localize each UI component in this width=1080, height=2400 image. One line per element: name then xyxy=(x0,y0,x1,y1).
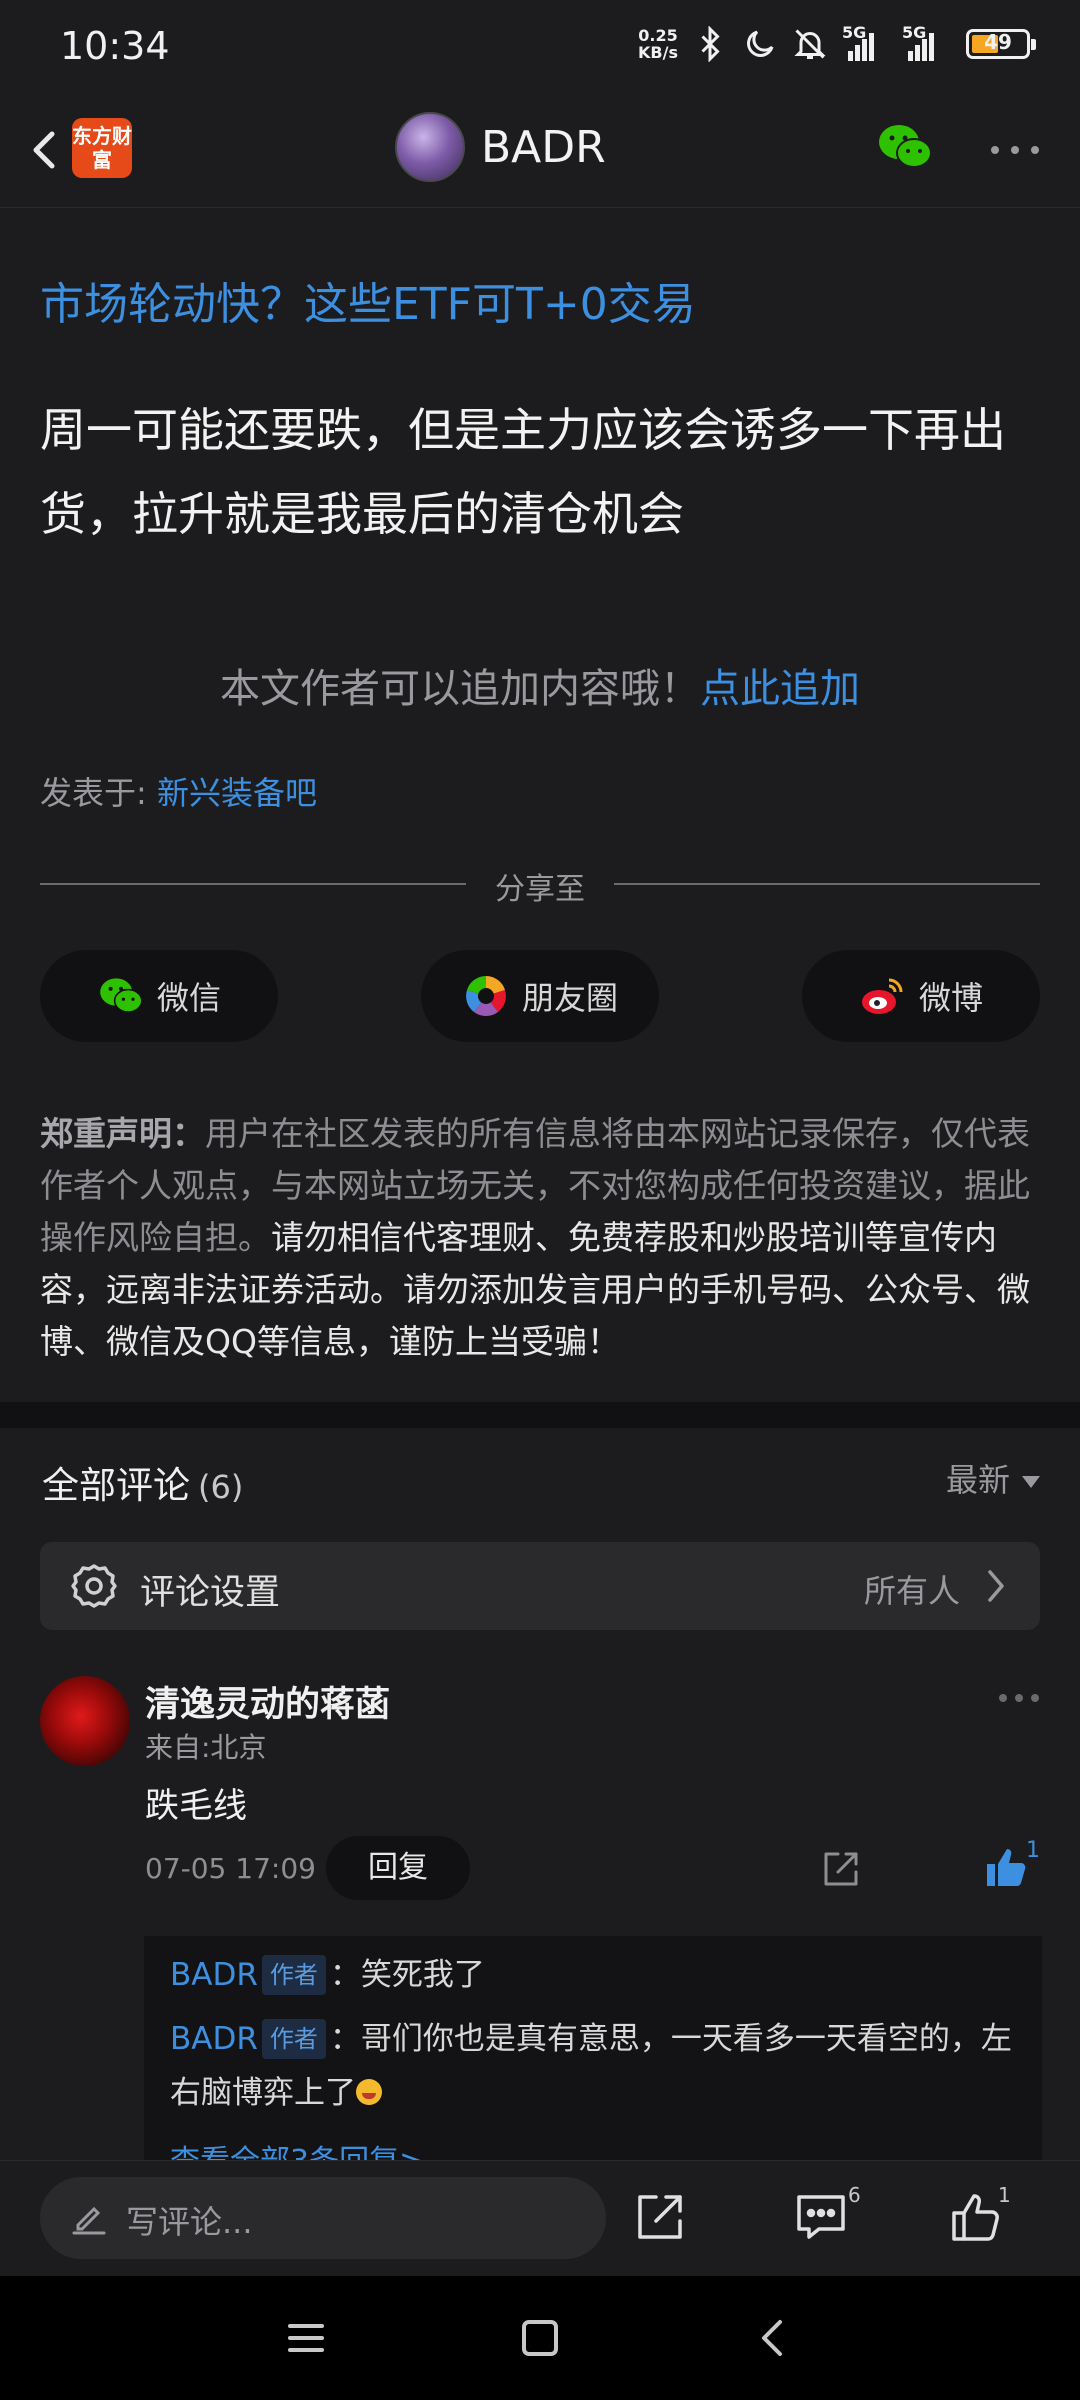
author-header[interactable]: BADR xyxy=(395,112,606,182)
back-arrow-icon[interactable] xyxy=(18,120,78,180)
like-count: 1 xyxy=(1026,1838,1040,1863)
pencil-icon xyxy=(72,2206,106,2235)
comment-text: 跌毛线 xyxy=(145,1786,247,1826)
thumbs-up-icon[interactable] xyxy=(983,1844,1029,1890)
etf-ad-link[interactable]: 市场轮动快？这些ETF可T+0交易 xyxy=(40,268,696,332)
share-weibo-button[interactable]: 微博 xyxy=(802,950,1040,1042)
status-bar: 10:34 0.25 KB/s 5G 5G 49 xyxy=(0,0,1080,100)
reply-button[interactable]: 回复 xyxy=(326,1836,470,1900)
signal-icon: 5G xyxy=(902,23,948,61)
menu-icon[interactable] xyxy=(282,2314,330,2362)
write-comment-input[interactable]: 写评论... xyxy=(40,2177,606,2259)
more-icon[interactable] xyxy=(995,1690,1043,1706)
disclaimer: 郑重声明：用户在社区发表的所有信息将由本网站记录保存，仅代表作者个人观点，与本网… xyxy=(40,1114,1030,1361)
share-divider: 分享至 xyxy=(40,862,1040,907)
signal-icon: 5G xyxy=(842,23,888,61)
reply-item: BADR 作者 ：笑死我了 xyxy=(170,1955,485,1995)
bar-link[interactable]: 新兴装备吧 xyxy=(157,774,317,812)
app-logo[interactable]: 东方财富 xyxy=(72,118,132,178)
gear-icon xyxy=(71,1564,117,1608)
comment-count: 6 xyxy=(848,2183,861,2207)
reply-author[interactable]: BADR xyxy=(170,1957,258,1993)
append-content-prompt: 本文作者可以追加内容哦！点此追加 xyxy=(220,666,860,712)
mute-bell-icon xyxy=(794,29,826,59)
reply-item: BADR 作者 ：哥们你也是真有意思，一天看多一天看空的，左右脑博弈上了 xyxy=(170,2019,1012,2111)
comment-location: 来自:北京 xyxy=(145,1731,267,1764)
more-icon[interactable] xyxy=(985,140,1045,160)
thumbs-up-icon[interactable] xyxy=(948,2189,1004,2245)
reply-author[interactable]: BADR xyxy=(170,2021,258,2057)
bluetooth-icon xyxy=(701,26,720,62)
share-moments-button[interactable]: 朋友圈 xyxy=(421,950,659,1042)
grin-emoji-icon xyxy=(356,2079,382,2105)
posted-in: 发表于: 新兴装备吧 xyxy=(40,774,317,812)
system-nav-bar xyxy=(0,2276,1080,2400)
avatar[interactable] xyxy=(395,112,465,182)
reply-list: BADR 作者 ：笑死我了 BADR 作者 ：哥们你也是真有意思，一天看多一天看空的，左… xyxy=(144,1936,1042,2166)
post-body: 周一可能还要跌，但是主力应该会诱多一下再出货，拉升就是我最后的清仓机会 xyxy=(40,403,1006,541)
sort-dropdown[interactable]: 最新 xyxy=(946,1455,1040,1501)
caret-down-icon xyxy=(1022,1476,1040,1488)
battery-icon: 49 xyxy=(966,29,1036,59)
wechat-icon xyxy=(100,978,143,1013)
net-speed: 0.25 KB/s xyxy=(638,26,678,62)
moon-icon xyxy=(747,30,774,57)
home-icon[interactable] xyxy=(516,2314,564,2362)
like-count: 1 xyxy=(998,2183,1011,2207)
status-icons: 0.25 KB/s 5G 5G 49 xyxy=(638,23,1036,62)
comment-time: 07-05 17:09 xyxy=(145,1852,316,1885)
section-separator xyxy=(0,1402,1080,1428)
share-icon[interactable] xyxy=(632,2189,688,2245)
avatar[interactable] xyxy=(40,1676,130,1766)
back-icon[interactable] xyxy=(750,2314,798,2362)
append-content-link[interactable]: 点此追加 xyxy=(700,666,860,712)
moments-icon xyxy=(466,976,506,1016)
share-wechat-button[interactable]: 微信 xyxy=(40,950,278,1042)
comments-header: 全部评论 (6) xyxy=(42,1464,244,1507)
comment-author[interactable]: 清逸灵动的蒋菡 xyxy=(145,1676,390,1727)
chevron-right-icon xyxy=(988,1570,1004,1602)
author-name[interactable]: BADR xyxy=(481,122,606,173)
status-time: 10:34 xyxy=(60,24,170,68)
weibo-icon xyxy=(861,978,903,1014)
wechat-icon[interactable] xyxy=(875,120,935,174)
top-nav-bar: 东方财富 BADR xyxy=(0,100,1080,208)
bottom-action-bar: 写评论... 6 1 xyxy=(0,2160,1080,2276)
share-icon[interactable] xyxy=(820,1848,862,1890)
author-badge: 作者 xyxy=(261,1955,326,1995)
comment-settings[interactable]: 评论设置 所有人 xyxy=(40,1542,1040,1630)
author-badge: 作者 xyxy=(261,2019,326,2059)
comment-icon[interactable] xyxy=(793,2189,849,2245)
